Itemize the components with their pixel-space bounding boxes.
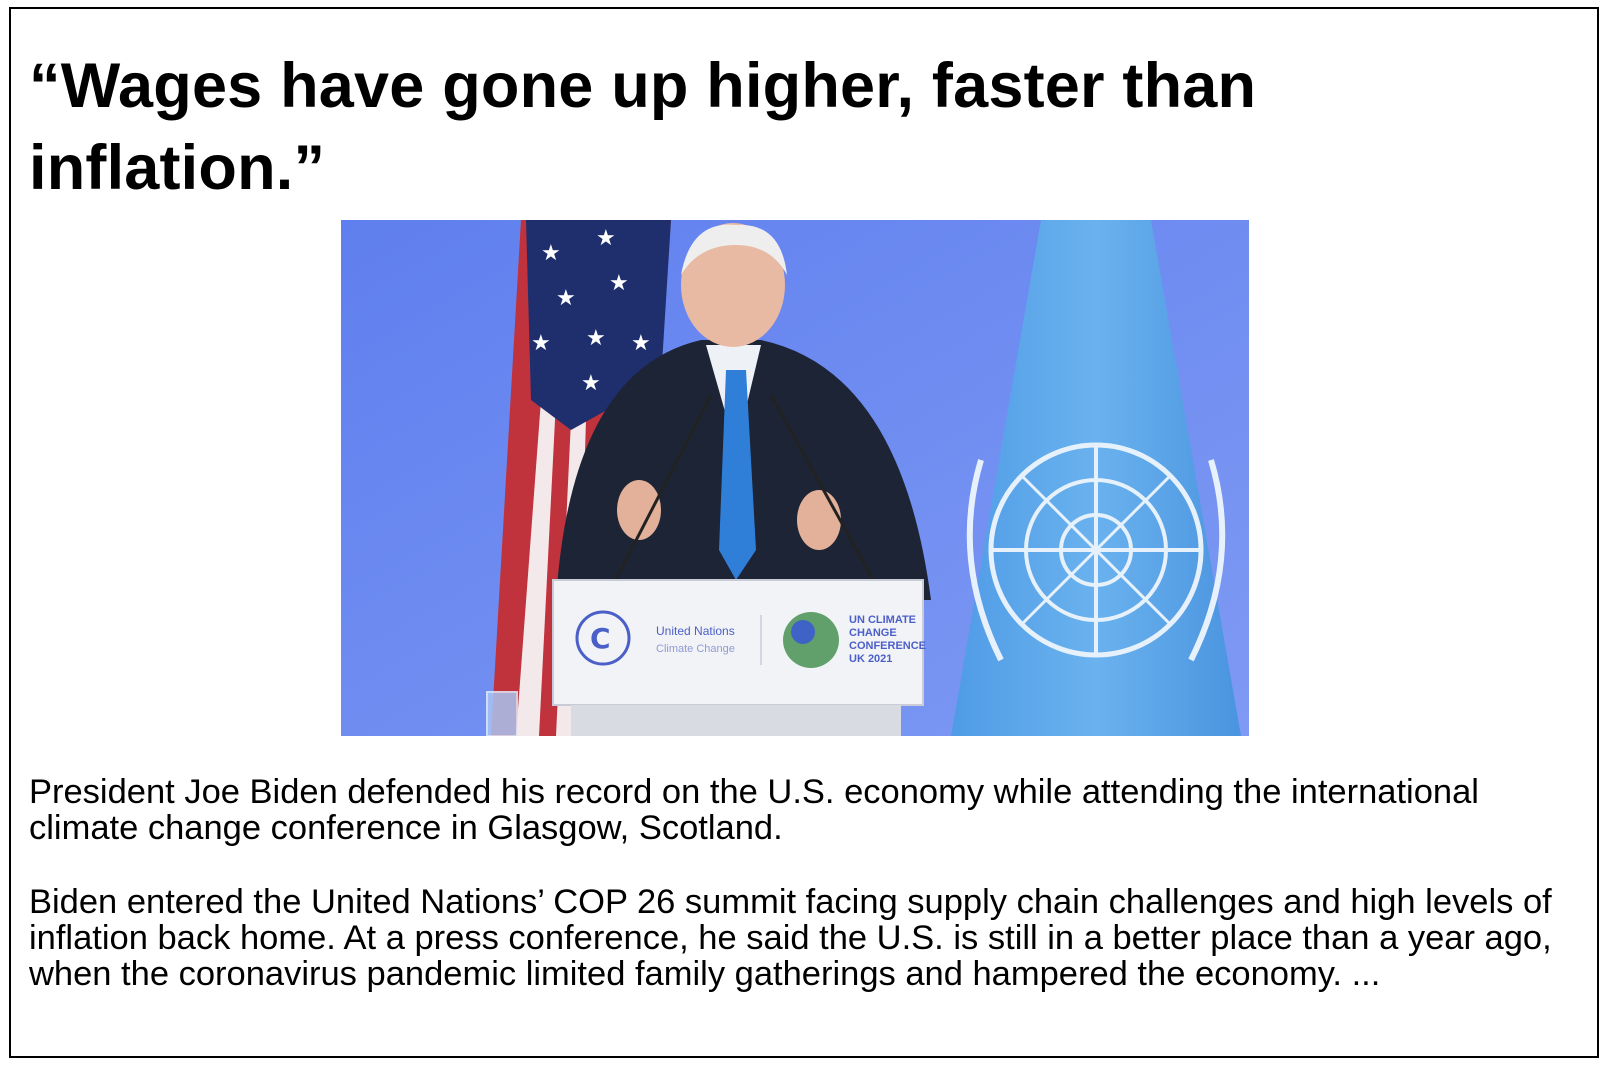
svg-text:★: ★: [586, 326, 606, 351]
podium-sign-left-sub: Climate Change: [656, 643, 735, 655]
article-paragraph-2: Biden entered the United Nations’ COP 26…: [29, 883, 1552, 993]
article-paragraph-1: President Joe Biden defended his record …: [29, 773, 1479, 847]
article-photo: ★ ★ ★ ★ ★ ★ ★ ★ C United Nations Climate…: [341, 220, 1249, 736]
podium-sign-right-1: UN CLIMATE: [849, 614, 916, 626]
podium: C United Nations Climate Change UN CLIMA…: [552, 579, 926, 736]
podium-sign-left: United Nations: [656, 624, 735, 638]
svg-text:★: ★: [531, 331, 551, 356]
water-glass: [486, 691, 518, 736]
svg-text:★: ★: [596, 226, 616, 251]
podium-sign-right-4: UK 2021: [849, 653, 892, 665]
svg-text:★: ★: [609, 271, 629, 296]
svg-text:C: C: [590, 622, 611, 655]
svg-text:★: ★: [631, 331, 651, 356]
svg-text:★: ★: [581, 371, 601, 396]
podium-sign-right-3: CONFERENCE: [849, 640, 926, 652]
article-card: “Wages have gone up higher, faster than …: [9, 7, 1599, 1058]
svg-text:★: ★: [541, 241, 561, 266]
podium-sign-right-2: CHANGE: [849, 627, 897, 639]
svg-text:★: ★: [556, 286, 576, 311]
headline-quote: “Wages have gone up higher, faster than …: [29, 51, 1257, 203]
